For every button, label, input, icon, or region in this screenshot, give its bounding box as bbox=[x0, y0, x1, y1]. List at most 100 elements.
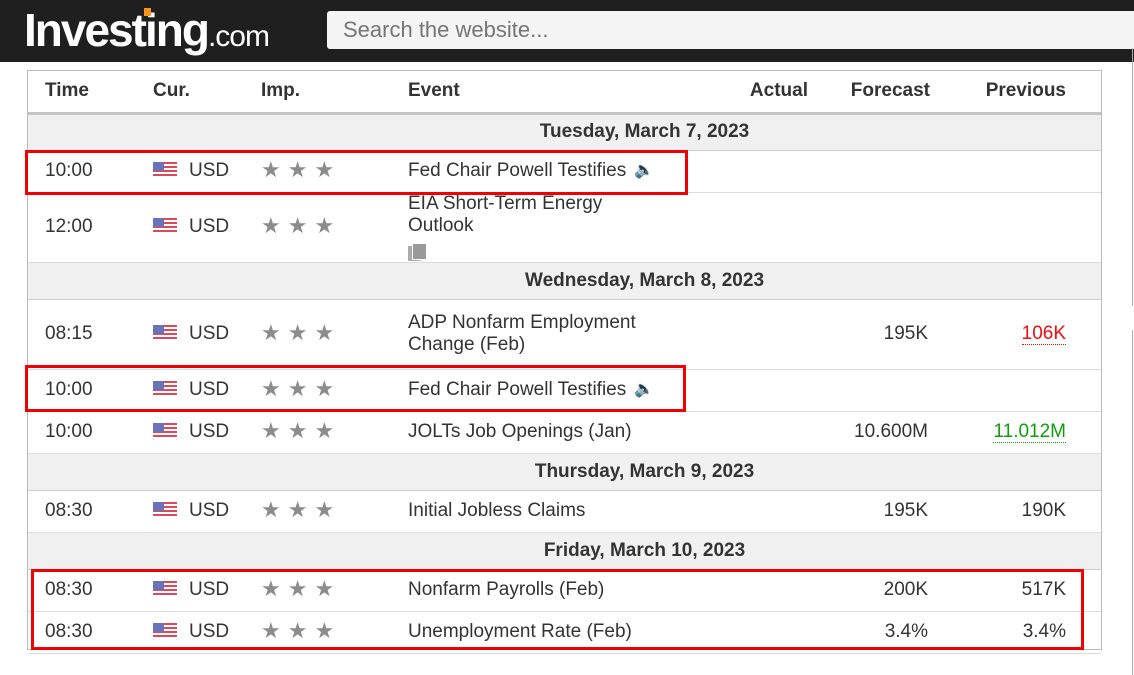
column-header-previous: Previous bbox=[932, 71, 1066, 115]
event-name[interactable]: ADP Nonfarm Employment Change (Feb) bbox=[408, 312, 636, 355]
row-spacer bbox=[1066, 150, 1101, 193]
row-spacer bbox=[1066, 369, 1101, 412]
event-row[interactable]: 08:30 USD ★ ★ ★ Nonfarm Payrolls (Feb) 200… bbox=[28, 569, 1101, 612]
event-importance: ★ ★ ★ bbox=[261, 411, 408, 454]
column-header-event: Event bbox=[408, 71, 708, 115]
speaker-icon[interactable]: 🔈 bbox=[634, 160, 654, 180]
event-actual bbox=[708, 490, 808, 533]
event-name-cell: EIA Short-Term Energy Outlook bbox=[408, 192, 708, 263]
event-previous-cell bbox=[932, 150, 1066, 193]
report-icon[interactable] bbox=[408, 243, 427, 261]
event-name[interactable]: Fed Chair Powell Testifies bbox=[408, 379, 626, 400]
event-time: 10:00 bbox=[28, 369, 153, 412]
importance-stars: ★ ★ ★ bbox=[261, 156, 335, 182]
us-flag-icon bbox=[153, 162, 177, 178]
star-icon: ★ bbox=[261, 617, 281, 643]
event-actual bbox=[708, 411, 808, 454]
event-name[interactable]: Nonfarm Payrolls (Feb) bbox=[408, 579, 604, 600]
currency-code: USD bbox=[189, 421, 230, 442]
importance-stars: ★ ★ ★ bbox=[261, 617, 334, 643]
us-flag-icon bbox=[153, 381, 177, 397]
star-icon: ★ bbox=[287, 319, 308, 345]
day-date: Thursday, March 9, 2023 bbox=[28, 453, 1101, 491]
event-previous-cell: 106K bbox=[932, 299, 1066, 370]
search-input[interactable] bbox=[327, 11, 1134, 49]
event-row[interactable]: 10:00 USD ★ ★ ★ Fed Chair Powell Testifies… bbox=[28, 150, 1101, 193]
currency-code: USD bbox=[189, 621, 230, 642]
star-icon: ★ bbox=[261, 212, 281, 238]
event-previous[interactable]: 11.012M bbox=[993, 421, 1066, 443]
event-currency: USD bbox=[153, 369, 261, 412]
event-currency: USD bbox=[153, 192, 261, 263]
event-forecast: 3.4% bbox=[808, 611, 932, 654]
event-actual bbox=[708, 299, 808, 370]
event-forecast bbox=[808, 369, 932, 412]
importance-stars: ★ ★ ★ bbox=[261, 212, 334, 238]
event-name[interactable]: Fed Chair Powell Testifies bbox=[408, 160, 626, 181]
event-currency: USD bbox=[153, 299, 261, 370]
currency-code: USD bbox=[189, 579, 230, 600]
event-name[interactable]: Unemployment Rate (Feb) bbox=[408, 621, 632, 642]
us-flag-icon bbox=[153, 502, 177, 518]
importance-stars: ★ ★ ★ bbox=[261, 496, 335, 522]
us-flag-icon bbox=[153, 623, 177, 639]
event-forecast: 10.600M bbox=[808, 411, 932, 454]
investing-logo[interactable]: Investing .com bbox=[24, 4, 270, 56]
event-previous: 190K bbox=[1021, 500, 1066, 521]
event-row[interactable]: 12:00 USD ★ ★ ★ EIA Short-Term Energy Outl… bbox=[28, 192, 1101, 263]
day-header-row: Friday, March 10, 2023 bbox=[28, 532, 1101, 570]
us-flag-icon bbox=[153, 218, 177, 234]
event-name[interactable]: JOLTs Job Openings (Jan) bbox=[408, 421, 632, 442]
event-name-cell: ADP Nonfarm Employment Change (Feb) bbox=[408, 299, 708, 370]
star-icon: ★ bbox=[314, 496, 335, 522]
event-row[interactable]: 08:30 USD ★ ★ ★ Unemployment Rate (Feb) 3.… bbox=[28, 611, 1101, 654]
star-icon: ★ bbox=[287, 575, 308, 601]
event-time: 08:30 bbox=[28, 569, 153, 612]
star-icon: ★ bbox=[261, 156, 281, 182]
event-importance: ★ ★ ★ bbox=[261, 569, 408, 612]
event-name[interactable]: EIA Short-Term Energy Outlook bbox=[408, 193, 602, 236]
star-icon: ★ bbox=[314, 156, 335, 182]
event-previous: 3.4% bbox=[1022, 621, 1066, 642]
logo-text: Investing bbox=[24, 4, 210, 56]
day-date: Friday, March 10, 2023 bbox=[28, 532, 1101, 570]
table-header: Time Cur. Imp. Event Actual Forecast Pre… bbox=[28, 71, 1101, 115]
day-date: Tuesday, March 7, 2023 bbox=[28, 113, 1101, 151]
importance-stars: ★ ★ ★ bbox=[261, 375, 334, 401]
day-header-row: Tuesday, March 7, 2023 bbox=[28, 113, 1101, 151]
star-icon: ★ bbox=[261, 375, 281, 401]
event-name-cell: Fed Chair Powell Testifies 🔈 bbox=[408, 369, 708, 412]
column-header-actual: Actual bbox=[708, 71, 808, 115]
event-row[interactable]: 10:00 USD ★ ★ ★ Fed Chair Powell Testifies… bbox=[28, 369, 1101, 412]
speaker-icon[interactable]: 🔈 bbox=[634, 379, 654, 399]
event-previous[interactable]: 106K bbox=[1021, 323, 1066, 345]
event-name-cell: Nonfarm Payrolls (Feb) bbox=[408, 569, 708, 612]
importance-stars: ★ ★ ★ bbox=[261, 419, 334, 441]
event-currency: USD bbox=[153, 411, 261, 454]
event-row[interactable]: 08:30 USD ★ ★ ★ Initial Jobless Claims 195… bbox=[28, 490, 1101, 533]
currency-code: USD bbox=[189, 160, 230, 181]
event-currency: USD bbox=[153, 611, 261, 654]
event-name[interactable]: Initial Jobless Claims bbox=[408, 500, 585, 521]
event-time: 10:00 bbox=[28, 411, 153, 454]
day-date-text: Wednesday, March 8, 2023 bbox=[524, 269, 765, 291]
event-forecast bbox=[808, 192, 932, 263]
currency-code: USD bbox=[189, 323, 230, 344]
star-icon: ★ bbox=[261, 496, 281, 522]
column-header-importance: Imp. bbox=[261, 71, 408, 115]
day-date-text: Thursday, March 9, 2023 bbox=[534, 460, 755, 482]
event-importance: ★ ★ ★ bbox=[261, 369, 408, 412]
event-currency: USD bbox=[153, 569, 261, 612]
day-date-text: Tuesday, March 7, 2023 bbox=[539, 121, 750, 142]
row-spacer bbox=[1066, 299, 1101, 370]
event-forecast: 195K bbox=[808, 490, 932, 533]
currency-code: USD bbox=[189, 500, 230, 521]
row-spacer bbox=[1066, 411, 1101, 454]
row-spacer bbox=[1066, 611, 1101, 654]
event-importance: ★ ★ ★ bbox=[261, 150, 408, 193]
event-row[interactable]: 08:15 USD ★ ★ ★ ADP Nonfarm Employment Cha… bbox=[28, 299, 1101, 370]
event-actual bbox=[708, 369, 808, 412]
column-header-spacer bbox=[1066, 71, 1101, 115]
top-bar: Investing .com bbox=[0, 0, 1134, 62]
event-row[interactable]: 10:00 USD ★ ★ ★ JOLTs Job Openings (Jan) 1… bbox=[28, 411, 1101, 454]
